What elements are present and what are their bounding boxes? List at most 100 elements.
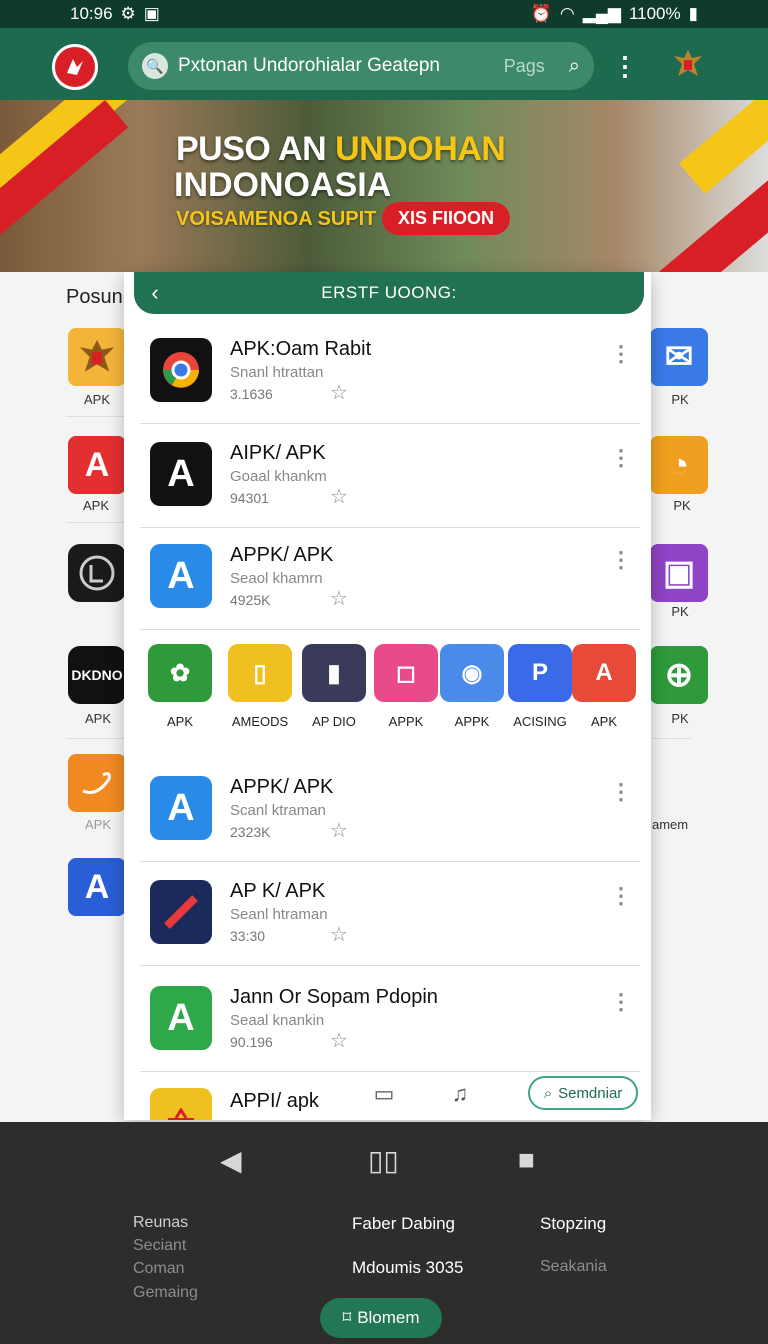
more-options-icon[interactable]: ⋮ bbox=[610, 549, 632, 571]
bottom-cta-button[interactable]: ⌑ Blomem bbox=[320, 1298, 442, 1338]
send-label: Semdniar bbox=[558, 1084, 623, 1102]
app-header: 🔍 Pxtonan Undorohialar Geatepn Pags ⌕ ⋮ bbox=[0, 28, 768, 100]
banner-title-accent: UNDOHAN bbox=[335, 130, 506, 168]
p-app-icon: P bbox=[508, 644, 572, 702]
panel-header: ‹ ERSTF UOONG: bbox=[134, 272, 644, 314]
star-icon[interactable]: ☆ bbox=[330, 380, 348, 405]
featured-app[interactable]: ▯ AMEODS bbox=[228, 644, 292, 729]
slash-icon bbox=[164, 895, 198, 929]
app-size: 90.196 bbox=[230, 1034, 273, 1050]
more-options-icon[interactable]: ⋮ bbox=[610, 447, 632, 469]
purple-app-icon[interactable]: ▣ bbox=[650, 544, 708, 602]
featured-app[interactable]: A APK bbox=[572, 644, 636, 729]
app-name: APPK/ APK bbox=[230, 544, 334, 566]
app-size: 94301 bbox=[230, 490, 269, 506]
search-input[interactable]: Pxtonan Undorohialar Geatepn bbox=[178, 55, 504, 77]
featured-app[interactable]: ✿ APK bbox=[148, 644, 212, 729]
app-list-panel: ‹ ERSTF UOONG: APK:Oam Rabit Snanl htrat… bbox=[124, 272, 651, 1120]
list-item[interactable]: AP K/ APK Seanl htraman 33:30 ☆ ⋮ bbox=[140, 862, 640, 966]
more-options-icon[interactable]: ⋮ bbox=[610, 885, 632, 907]
star-icon[interactable]: ☆ bbox=[330, 484, 348, 509]
banner-stripe bbox=[679, 100, 768, 194]
swirl-icon bbox=[82, 772, 111, 794]
footer-link[interactable]: Coman bbox=[133, 1260, 185, 1278]
orange-app-icon[interactable]: ◔ bbox=[650, 436, 708, 494]
app-name: APPK/ APK bbox=[230, 776, 334, 798]
app-label: PK bbox=[671, 604, 689, 619]
featured-app[interactable]: P ACISING bbox=[508, 644, 572, 729]
app-name: AP K/ APK bbox=[230, 880, 326, 902]
footer-link[interactable]: Stopzing bbox=[540, 1214, 606, 1234]
list-item[interactable]: A Jann Or Sopam Pdopin Seaal knankin 90.… bbox=[140, 968, 640, 1072]
featured-app[interactable]: ◉ APPK bbox=[440, 644, 504, 729]
more-options-icon[interactable]: ⋮ bbox=[610, 781, 632, 803]
list-item[interactable]: A AIPK/ APK Goaal khankm 94301 ☆ ⋮ bbox=[140, 424, 640, 528]
dial-icon bbox=[79, 555, 115, 591]
panel-title: ERSTF UOONG: bbox=[321, 283, 457, 302]
home-nav-icon[interactable]: ■ bbox=[518, 1144, 535, 1176]
star-icon[interactable]: ☆ bbox=[330, 586, 348, 611]
app-icon: A bbox=[150, 986, 212, 1050]
app-developer: Goaal khankm bbox=[230, 468, 327, 485]
more-options-icon[interactable]: ⋮ bbox=[610, 991, 632, 1013]
back-nav-icon[interactable]: ◀ bbox=[220, 1144, 242, 1177]
search-page-label: Pags bbox=[503, 55, 545, 76]
app-icon: A bbox=[150, 442, 212, 506]
footer-link[interactable]: Mdoumis 3035 bbox=[352, 1258, 464, 1278]
app-size: 4925K bbox=[230, 592, 271, 608]
battery-level: 1100% bbox=[628, 4, 681, 23]
dial-app-icon[interactable] bbox=[68, 544, 126, 602]
banner-title: PUSO AN UNDOHAN bbox=[176, 130, 506, 169]
recents-nav-icon[interactable]: ▯▯ bbox=[368, 1144, 399, 1177]
app-logo[interactable] bbox=[52, 44, 98, 90]
footer-link[interactable]: Reunas bbox=[133, 1214, 188, 1232]
more-menu-icon[interactable]: ⋮ bbox=[612, 52, 638, 80]
a-blue-app-icon[interactable]: A bbox=[68, 858, 126, 916]
leaf-app-icon: ✿ bbox=[148, 644, 212, 702]
chrome-style-icon bbox=[163, 352, 199, 388]
star-icon[interactable]: ☆ bbox=[330, 818, 348, 843]
dkdno-app-icon[interactable]: DKDNO bbox=[68, 646, 126, 704]
footer-link[interactable]: Seciant bbox=[133, 1237, 186, 1255]
star-icon[interactable]: ☆ bbox=[330, 1028, 348, 1053]
footer-link[interactable]: Seakania bbox=[540, 1258, 607, 1276]
featured-app-label: APK bbox=[166, 714, 193, 729]
search-icon[interactable]: ⌕ bbox=[569, 55, 580, 78]
swirl-app-icon[interactable] bbox=[68, 754, 126, 812]
list-item[interactable]: APK:Oam Rabit Snanl htrattan 3.1636 ☆ ⋮ bbox=[140, 320, 640, 424]
featured-app[interactable]: ◻ APPK bbox=[374, 644, 438, 729]
list-item[interactable]: A APPK/ APK Seaol khamrn 4925K ☆ ⋮ bbox=[140, 526, 640, 630]
send-button[interactable]: ⌕ Semdniar bbox=[528, 1076, 638, 1110]
footer-link[interactable]: Gemaing bbox=[133, 1284, 198, 1302]
back-arrow-icon[interactable]: ‹ bbox=[134, 280, 176, 306]
a-app-icon[interactable]: A bbox=[68, 436, 126, 494]
app-developer: Snanl htrattan bbox=[230, 364, 324, 381]
featured-app-label: AP DIO bbox=[312, 714, 356, 729]
garuda-app-icon[interactable] bbox=[68, 328, 126, 386]
featured-app-label: AMEODS bbox=[231, 714, 289, 729]
signal-icon: ▂▄▆ bbox=[582, 4, 621, 23]
divider bbox=[140, 629, 640, 630]
logo-icon bbox=[67, 59, 83, 75]
search-lead-icon: 🔍 bbox=[142, 53, 168, 79]
banner-badge[interactable]: XIS FIIOON bbox=[382, 202, 511, 235]
footer-link[interactable]: Faber Dabing bbox=[352, 1214, 455, 1234]
note-icon[interactable]: ▭ bbox=[370, 1080, 398, 1108]
app-label: PK bbox=[673, 498, 691, 513]
alarm-icon: ⏰ bbox=[530, 4, 552, 23]
search-bar[interactable]: 🔍 Pxtonan Undorohialar Geatepn Pags ⌕ bbox=[128, 42, 594, 90]
list-item[interactable]: A APPK/ APK Scanl ktraman 2323K ☆ ⋮ bbox=[140, 758, 640, 862]
featured-app[interactable]: ▮ AP DIO bbox=[302, 644, 366, 729]
star-icon[interactable]: ☆ bbox=[330, 922, 348, 947]
more-options-icon[interactable]: ⋮ bbox=[610, 343, 632, 365]
app-developer: Seaal knankin bbox=[230, 1012, 325, 1029]
green-app-icon[interactable]: ⊕ bbox=[650, 646, 708, 704]
section-title: Posun bbox=[66, 286, 123, 308]
app-label: APK bbox=[84, 711, 111, 726]
music-icon[interactable]: ♫ bbox=[446, 1080, 474, 1108]
search-small-icon: ⌕ bbox=[543, 1084, 553, 1102]
hero-banner[interactable]: PUSO AN UNDOHAN INDONOASIA VOISAMENOA SU… bbox=[0, 100, 768, 272]
app-label: APK bbox=[82, 498, 109, 513]
divider bbox=[140, 965, 640, 966]
mail-app-icon[interactable]: ✉ bbox=[650, 328, 708, 386]
